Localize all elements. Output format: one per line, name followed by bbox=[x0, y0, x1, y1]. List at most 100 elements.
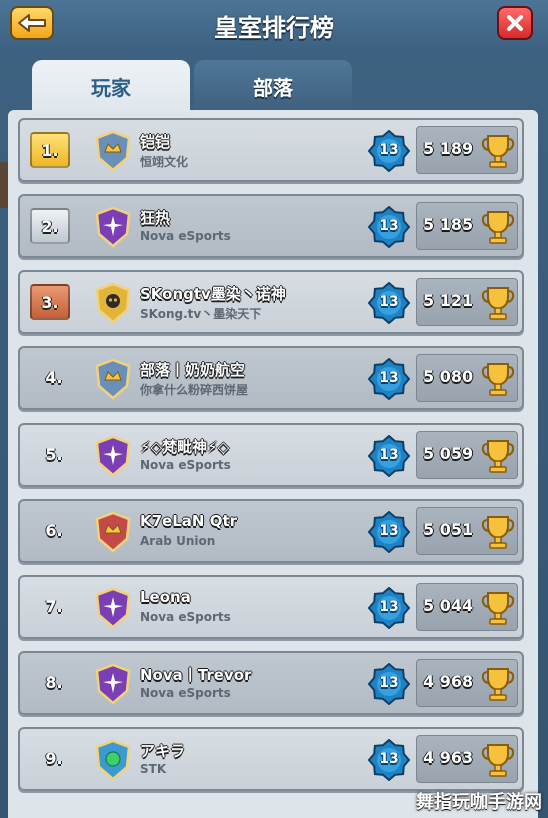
trophy-icon bbox=[481, 590, 515, 626]
crown-shield-icon bbox=[94, 130, 132, 172]
level-badge-icon: 13 bbox=[367, 510, 411, 554]
trophy-count: 5 080 bbox=[423, 367, 474, 386]
table-row[interactable]: 5. ⚡◇梵毗神⚡◇ Nova eSports 13 5 059 bbox=[18, 423, 524, 487]
table-row[interactable]: 2. 狂热 Nova eSports 13 5 185 bbox=[18, 194, 524, 258]
level-badge-icon: 13 bbox=[367, 205, 411, 249]
trophy-icon bbox=[481, 285, 515, 321]
rank-label: 5. bbox=[45, 445, 63, 464]
skull-shield-icon bbox=[94, 282, 132, 324]
trophy-icon bbox=[481, 666, 515, 702]
trophy-icon bbox=[481, 438, 515, 474]
player-clan: 你拿什么粉碎西饼屋 bbox=[140, 383, 249, 397]
rank-label: 2. bbox=[41, 216, 59, 236]
purple-star-shield-icon bbox=[94, 206, 132, 248]
trophy-icon bbox=[481, 361, 515, 397]
player-clan: Nova eSports bbox=[140, 458, 231, 472]
watermark-text: 舞指玩咖手游网 bbox=[416, 792, 542, 813]
table-row[interactable]: 1. 铠铠恒翊文化 13 5 189 bbox=[18, 118, 524, 182]
purple-star-shield-icon bbox=[94, 663, 132, 705]
trophy-icon bbox=[481, 209, 515, 245]
player-clan: Nova eSports bbox=[140, 686, 231, 700]
rank-number: 9. bbox=[34, 749, 74, 768]
trophy-count: 4 963 bbox=[423, 748, 474, 767]
rank-label: 7. bbox=[45, 597, 63, 616]
rank-label: 9. bbox=[45, 749, 63, 768]
player-name: 铠铠 bbox=[140, 133, 171, 151]
purple-star-shield-icon bbox=[94, 587, 132, 629]
green-gem-shield-icon bbox=[94, 739, 132, 781]
player-clan: Arab Union bbox=[140, 534, 216, 548]
level-badge-icon: 13 bbox=[367, 586, 411, 630]
rank-badge: 3. bbox=[30, 284, 70, 320]
trophy-icon bbox=[481, 133, 515, 169]
level-number: 13 bbox=[379, 447, 399, 463]
trophy-count-box: 5 189 bbox=[416, 126, 518, 174]
player-name: 狂热 bbox=[140, 209, 171, 227]
level-badge-icon: 13 bbox=[367, 434, 411, 478]
level-number: 13 bbox=[379, 370, 399, 386]
trophy-count-box: 4 968 bbox=[416, 659, 518, 707]
rank-badge: 2. bbox=[30, 208, 70, 244]
trophy-count: 5 185 bbox=[423, 215, 474, 234]
player-clan: SKong.tv丶墨染天下 bbox=[140, 307, 262, 321]
leaderboard-screen: 皇室排行榜 玩家 部落 1. 铠铠恒翊文化 13 5 189 2. 狂热 Nova eSpo… bbox=[0, 0, 548, 818]
level-number: 13 bbox=[379, 218, 399, 234]
level-number: 13 bbox=[379, 523, 399, 539]
table-row[interactable]: 3. SKongtv墨染丶诺神 SKong.tv丶墨染天下 13 5 121 bbox=[18, 270, 524, 334]
player-name: アキラ bbox=[140, 742, 186, 760]
trophy-count-box: 5 051 bbox=[416, 507, 518, 555]
player-name: ⚡◇梵毗神⚡◇ bbox=[140, 438, 230, 456]
rank-number: 8. bbox=[34, 673, 74, 692]
trophy-count: 4 968 bbox=[423, 672, 474, 691]
player-clan: Nova eSports bbox=[140, 610, 231, 624]
close-button[interactable] bbox=[497, 6, 533, 40]
player-clan: 恒翊文化 bbox=[140, 155, 189, 169]
trophy-count: 5 189 bbox=[423, 139, 474, 158]
header-bar: 皇室排行榜 bbox=[0, 0, 548, 52]
level-badge-icon: 13 bbox=[367, 281, 411, 325]
rank-number: 5. bbox=[34, 445, 74, 464]
trophy-count-box: 5 059 bbox=[416, 431, 518, 479]
player-name: Leona bbox=[140, 588, 191, 606]
table-row[interactable]: 6. K7eLaN Qtr Arab Union 13 5 051 bbox=[18, 499, 524, 563]
rank-number: 6. bbox=[34, 521, 74, 540]
table-row[interactable]: 7. Leona Nova eSports 13 5 044 bbox=[18, 575, 524, 639]
rank-label: 8. bbox=[45, 673, 63, 692]
page-title: 皇室排行榜 bbox=[214, 14, 334, 42]
level-badge-icon: 13 bbox=[367, 129, 411, 173]
trophy-count-box: 5 080 bbox=[416, 354, 518, 402]
player-clan: Nova eSports bbox=[140, 229, 231, 243]
rank-label: 1. bbox=[41, 140, 59, 160]
level-number: 13 bbox=[379, 675, 399, 691]
trophy-count-box: 5 121 bbox=[416, 278, 518, 326]
trophy-icon bbox=[481, 514, 515, 550]
royal-shield-icon bbox=[94, 511, 132, 553]
rank-label: 6. bbox=[45, 521, 63, 540]
trophy-count: 5 059 bbox=[423, 444, 474, 463]
rank-number: 7. bbox=[34, 597, 74, 616]
table-row[interactable]: 8. Nova丨Trevor Nova eSports 13 4 968 bbox=[18, 651, 524, 715]
player-name: K7eLaN Qtr bbox=[140, 512, 238, 530]
player-name: Nova丨Trevor bbox=[140, 666, 252, 684]
trophy-icon bbox=[481, 742, 515, 778]
level-badge-icon: 13 bbox=[367, 738, 411, 782]
rank-label: 3. bbox=[41, 292, 59, 312]
player-name: 部落丨奶奶航空 bbox=[140, 361, 246, 379]
table-row[interactable]: 4. 部落丨奶奶航空你拿什么粉碎西饼屋 13 5 080 bbox=[18, 346, 524, 410]
player-name: SKongtv墨染丶诺神 bbox=[140, 285, 286, 303]
rank-number: 4. bbox=[34, 368, 74, 387]
tab-players[interactable]: 玩家 bbox=[32, 60, 190, 114]
close-icon bbox=[507, 15, 523, 31]
level-number: 13 bbox=[379, 599, 399, 615]
crown-shield-icon bbox=[94, 358, 132, 400]
rank-label: 4. bbox=[45, 368, 63, 387]
rank-badge: 1. bbox=[30, 132, 70, 168]
level-number: 13 bbox=[379, 142, 399, 158]
trophy-count: 5 051 bbox=[423, 520, 474, 539]
tab-clans[interactable]: 部落 bbox=[194, 60, 352, 110]
level-number: 13 bbox=[379, 294, 399, 310]
trophy-count: 5 121 bbox=[423, 291, 474, 310]
table-row[interactable]: 9. アキラ STK 13 4 963 bbox=[18, 727, 524, 791]
level-badge-icon: 13 bbox=[367, 662, 411, 706]
trophy-count-box: 5 044 bbox=[416, 583, 518, 631]
